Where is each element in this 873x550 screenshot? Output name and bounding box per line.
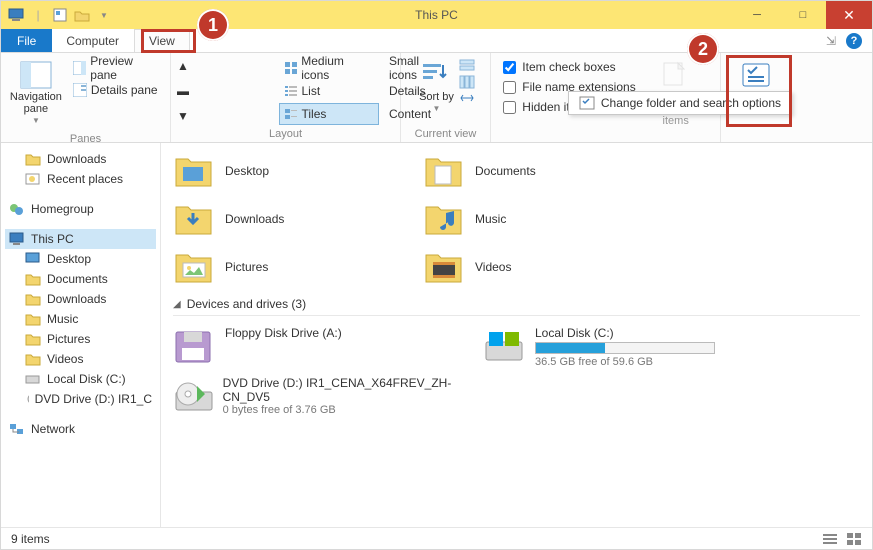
- add-columns-icon[interactable]: [459, 75, 475, 89]
- tree-videos[interactable]: Videos: [5, 349, 156, 369]
- tree-downloads[interactable]: Downloads: [5, 149, 156, 169]
- title-bar: | ▼ This PC ─ □ ✕: [1, 1, 872, 29]
- ribbon-group-layout: Medium icons Small icons ▲▬▼ List Detail…: [171, 53, 401, 142]
- folder-music[interactable]: Music: [423, 195, 673, 243]
- drive-dvd[interactable]: DVD Drive (D:) IR1_CENA_X64FREV_ZH-CN_DV…: [173, 372, 483, 420]
- annotation-badge-1: 1: [197, 9, 229, 41]
- drive-local-c[interactable]: Local Disk (C:) 36.5 GB free of 59.6 GB: [483, 322, 793, 372]
- tree-downloads2[interactable]: Downloads: [5, 289, 156, 309]
- layout-small-icons[interactable]: Small icons: [380, 57, 394, 79]
- size-columns-icon[interactable]: [459, 91, 475, 105]
- drives-section: Floppy Disk Drive (A:) Local Disk (C:) 3…: [173, 322, 860, 420]
- item-checkboxes-toggle[interactable]: Item check boxes: [503, 57, 635, 77]
- help-icon[interactable]: ?: [846, 33, 862, 49]
- tree-local-disk-c[interactable]: Local Disk (C:): [5, 369, 156, 389]
- status-item-count: 9 items: [11, 532, 50, 546]
- layout-medium-icons[interactable]: Medium icons: [279, 57, 380, 79]
- folder-desktop[interactable]: Desktop: [173, 147, 423, 195]
- layout-details[interactable]: Details: [380, 80, 394, 102]
- layout-list[interactable]: List: [279, 80, 380, 102]
- layout-content[interactable]: Content: [380, 103, 394, 125]
- status-bar: 9 items: [1, 527, 872, 549]
- tree-this-pc[interactable]: This PC: [5, 229, 156, 249]
- view-tiles-icon[interactable]: [846, 532, 862, 546]
- window-title: This PC: [1, 8, 872, 22]
- navigation-pane-button[interactable]: Navigation pane ▼: [7, 57, 65, 131]
- nav-tree: Downloads Recent places Homegroup This P…: [1, 143, 161, 527]
- details-pane-button[interactable]: Details pane: [69, 79, 164, 101]
- content-area: Downloads Recent places Homegroup This P…: [1, 143, 872, 527]
- tree-pictures[interactable]: Pictures: [5, 329, 156, 349]
- tree-recent[interactable]: Recent places: [5, 169, 156, 189]
- annotation-box-1: [141, 29, 196, 53]
- tree-network[interactable]: Network: [5, 419, 156, 439]
- drive-c-usage-bar: [535, 342, 715, 354]
- drive-floppy[interactable]: Floppy Disk Drive (A:): [173, 322, 483, 372]
- ribbon-tabs: File Computer View ⇲ ?: [1, 29, 872, 53]
- annotation-badge-2: 2: [687, 33, 719, 65]
- tree-desktop[interactable]: Desktop: [5, 249, 156, 269]
- ribbon-group-panes: Navigation pane ▼ Preview pane Details p…: [1, 53, 171, 142]
- sort-by-button[interactable]: Sort by ▼: [417, 57, 457, 119]
- group-by-icon[interactable]: [459, 59, 475, 73]
- tree-dvd-drive[interactable]: DVD Drive (D:) IR1_C: [5, 389, 156, 409]
- folder-pictures[interactable]: Pictures: [173, 243, 423, 291]
- tree-homegroup[interactable]: Homegroup: [5, 199, 156, 219]
- main-view: Desktop Documents Downloads Music Pictur…: [161, 143, 872, 527]
- view-details-icon[interactable]: [822, 532, 838, 546]
- folder-downloads[interactable]: Downloads: [173, 195, 423, 243]
- tree-music[interactable]: Music: [5, 309, 156, 329]
- tab-file[interactable]: File: [1, 29, 52, 52]
- ribbon-group-current-view: Sort by ▼ Current view: [401, 53, 491, 142]
- tab-computer[interactable]: Computer: [52, 29, 134, 52]
- folder-documents[interactable]: Documents: [423, 147, 673, 195]
- devices-header[interactable]: ◢Devices and drives (3): [173, 291, 860, 316]
- preview-pane-button[interactable]: Preview pane: [69, 57, 164, 79]
- annotation-box-2: [726, 55, 792, 127]
- folders-section: Desktop Documents Downloads Music Pictur…: [173, 147, 860, 291]
- tree-documents[interactable]: Documents: [5, 269, 156, 289]
- layout-scroll[interactable]: ▲▬▼: [177, 57, 278, 125]
- ribbon-collapse-icon[interactable]: ⇲: [826, 34, 836, 48]
- folder-videos[interactable]: Videos: [423, 243, 673, 291]
- layout-tiles[interactable]: Tiles: [279, 103, 380, 125]
